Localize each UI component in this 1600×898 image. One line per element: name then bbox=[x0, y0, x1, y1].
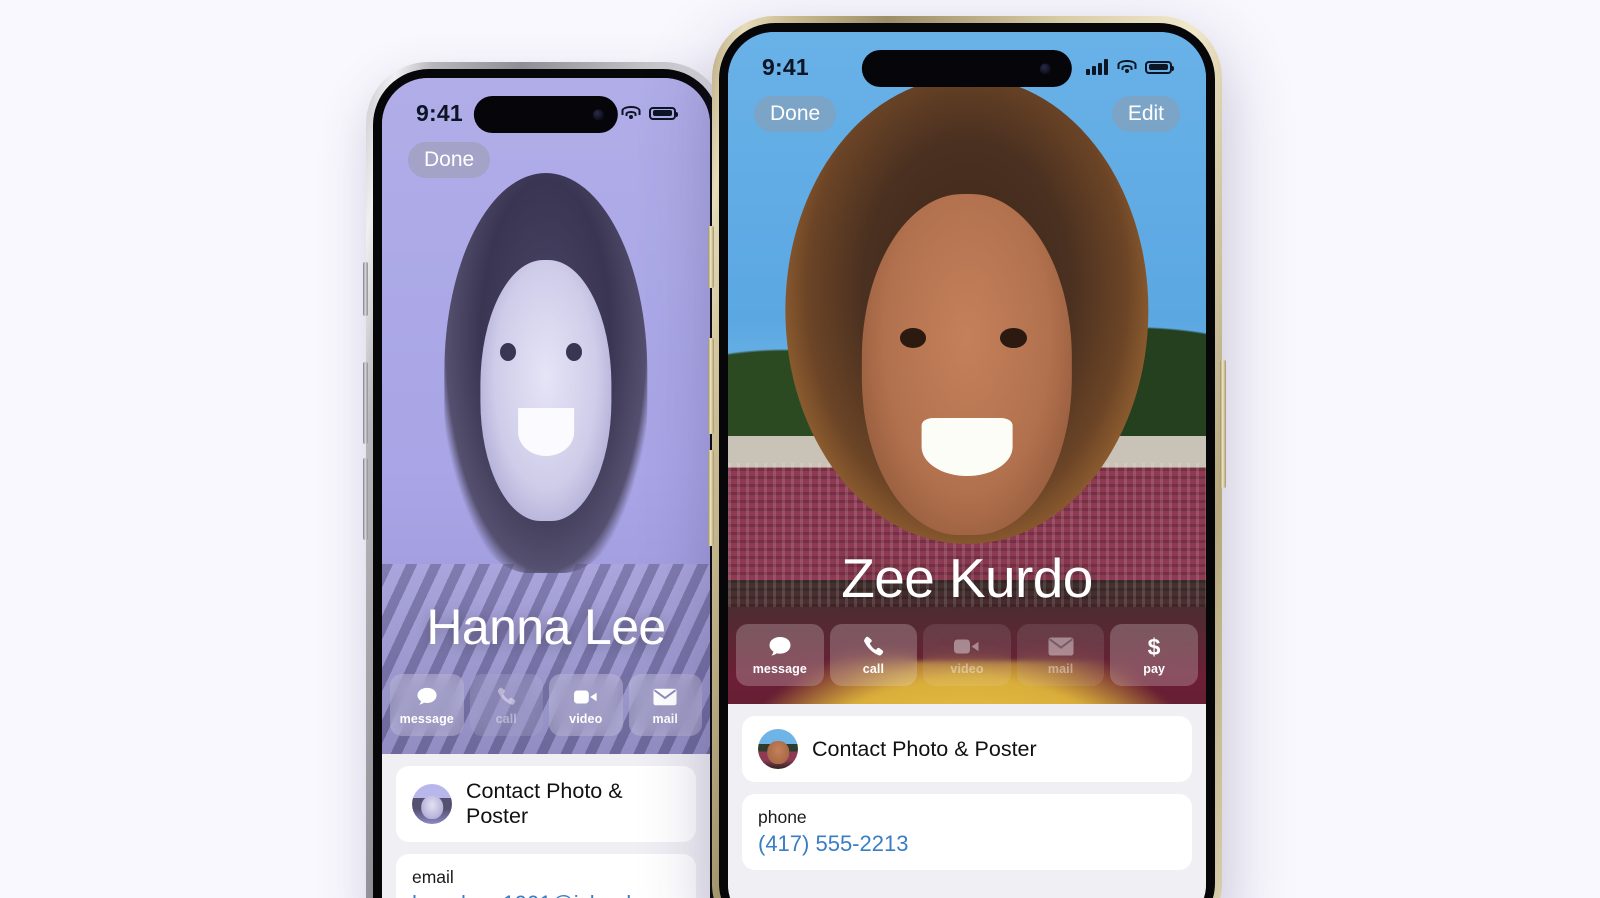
contact-photo-poster-row-front[interactable]: Contact Photo & Poster bbox=[742, 716, 1192, 782]
phone-screen-front: 9:41 Done Edit Zee Kurdo message call vi… bbox=[728, 32, 1206, 898]
action-message-back[interactable]: message bbox=[390, 674, 464, 736]
email-field-label-back: email bbox=[412, 867, 454, 887]
action-label-call-back: call bbox=[495, 711, 517, 726]
avatar bbox=[758, 729, 798, 769]
poster-subject-eye-right-back bbox=[565, 342, 583, 361]
poster-subject-smile-front bbox=[921, 418, 1013, 477]
message-bubble-icon bbox=[416, 685, 438, 709]
action-button-back[interactable] bbox=[363, 262, 368, 316]
action-mail-back[interactable]: mail bbox=[628, 674, 702, 736]
edit-button-front[interactable]: Edit bbox=[1111, 96, 1180, 132]
wifi-icon-back bbox=[621, 106, 640, 120]
action-label-video-back: video bbox=[569, 711, 603, 726]
done-button-back[interactable]: Done bbox=[408, 142, 491, 178]
action-buttons-row-front: message call video mail $ pay bbox=[728, 624, 1206, 686]
action-message-front[interactable]: message bbox=[736, 624, 824, 686]
dollar-sign-icon: $ bbox=[1146, 635, 1162, 659]
phone-field-label-front: phone bbox=[758, 807, 807, 827]
action-call-back[interactable]: call bbox=[469, 674, 543, 736]
contact-photo-poster-row-back[interactable]: Contact Photo & Poster bbox=[396, 766, 696, 842]
poster-subject-face-front bbox=[861, 193, 1073, 535]
message-bubble-icon bbox=[768, 635, 792, 659]
contact-details-sheet-back: Contact Photo & Poster email hanalee_190… bbox=[382, 754, 710, 898]
action-label-video-front: video bbox=[950, 661, 984, 676]
phone-device-front: 9:41 Done Edit Zee Kurdo message call vi… bbox=[708, 16, 1226, 898]
front-camera-icon-back bbox=[592, 109, 604, 120]
phone-screen-back: 9:41 Done Hanna Lee message call video m… bbox=[382, 78, 710, 898]
phone-handset-icon bbox=[496, 685, 517, 709]
volume-down-button-front[interactable] bbox=[708, 450, 714, 546]
envelope-icon bbox=[1048, 635, 1074, 659]
contact-photo-poster-label-back: Contact Photo & Poster bbox=[466, 779, 623, 828]
contact-name-back: Hanna Lee bbox=[426, 599, 666, 655]
status-indicators-front bbox=[1086, 59, 1174, 75]
avatar bbox=[412, 784, 452, 824]
status-clock-back: 9:41 bbox=[416, 99, 463, 126]
action-label-pay-front: pay bbox=[1143, 661, 1166, 676]
action-video-back[interactable]: video bbox=[549, 674, 623, 736]
volume-down-button-back[interactable] bbox=[363, 458, 368, 540]
status-clock-front: 9:41 bbox=[762, 53, 809, 80]
battery-icon-front bbox=[1145, 60, 1174, 74]
contact-details-sheet-front: Contact Photo & Poster phone (417) 555-2… bbox=[728, 704, 1206, 898]
envelope-icon bbox=[653, 685, 677, 709]
dynamic-island-back bbox=[473, 96, 619, 133]
action-video-front[interactable]: video bbox=[923, 624, 1011, 686]
video-camera-icon bbox=[954, 635, 980, 659]
email-field-value-back[interactable]: hanalee_1901@icloud.com bbox=[412, 891, 680, 898]
action-mail-front[interactable]: mail bbox=[1016, 624, 1105, 686]
volume-up-button-back[interactable] bbox=[363, 362, 368, 444]
action-button-front[interactable] bbox=[708, 226, 714, 288]
action-buttons-row-back: message call video mail bbox=[382, 674, 710, 736]
action-label-message-front: message bbox=[752, 661, 807, 676]
action-label-mail-back: mail bbox=[652, 711, 678, 726]
phone-field-row-front[interactable]: phone (417) 555-2213 bbox=[742, 794, 1192, 870]
contact-name-front: Zee Kurdo bbox=[841, 547, 1093, 609]
svg-text:$: $ bbox=[1148, 635, 1161, 659]
action-label-call-front: call bbox=[862, 661, 885, 676]
dynamic-island-front bbox=[861, 50, 1073, 87]
action-pay-front[interactable]: $ pay bbox=[1110, 624, 1198, 686]
action-label-message-back: message bbox=[399, 711, 454, 726]
action-label-mail-front: mail bbox=[1047, 661, 1074, 676]
signal-bars-icon-front bbox=[1086, 59, 1108, 75]
phone-handset-icon bbox=[862, 635, 885, 659]
screenshot-canvas: 9:41 Done Hanna Lee message call video m… bbox=[0, 0, 1600, 898]
done-button-front[interactable]: Done bbox=[754, 96, 837, 132]
wifi-icon-front bbox=[1117, 60, 1136, 74]
poster-subject-eye-right-front bbox=[1000, 328, 1027, 349]
contact-photo-poster-label-front: Contact Photo & Poster bbox=[812, 736, 1037, 761]
poster-subject-smile-back bbox=[518, 407, 574, 456]
action-call-front[interactable]: call bbox=[829, 624, 918, 686]
video-camera-icon bbox=[573, 685, 598, 709]
phone-device-back: 9:41 Done Hanna Lee message call video m… bbox=[363, 62, 726, 898]
volume-up-button-front[interactable] bbox=[708, 338, 714, 434]
poster-subject-face-back bbox=[480, 260, 612, 521]
power-button-front[interactable] bbox=[1220, 360, 1226, 488]
front-camera-icon-front bbox=[1040, 63, 1052, 74]
battery-icon-back bbox=[649, 106, 678, 120]
email-field-row-back[interactable]: email hanalee_1901@icloud.com bbox=[396, 854, 696, 898]
phone-field-value-front[interactable]: (417) 555-2213 bbox=[758, 831, 1176, 857]
